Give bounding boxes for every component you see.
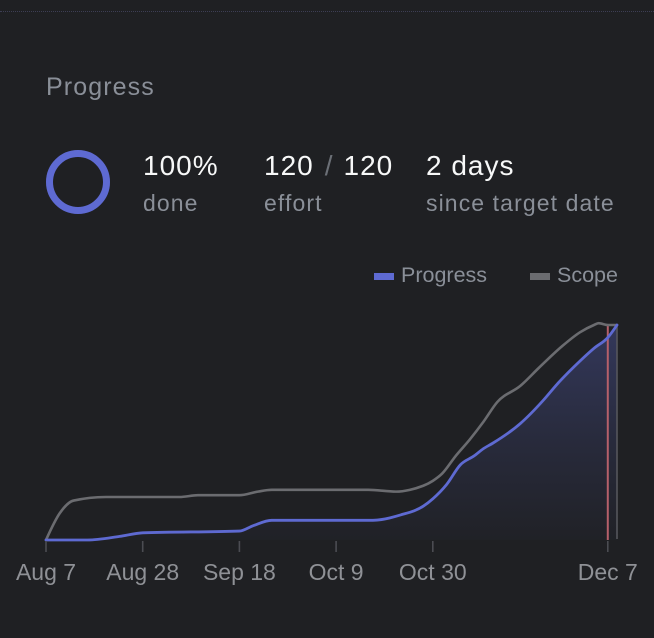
x-tick-label: Aug 7 [16, 559, 76, 585]
x-tick-label: Oct 30 [399, 559, 467, 585]
x-tick-label: Oct 9 [309, 559, 364, 585]
x-tick-label: Aug 28 [106, 559, 179, 585]
progress-area [46, 325, 617, 540]
x-tick-label: Sep 18 [203, 559, 276, 585]
progress-chart: Aug 7 Aug 28 Sep 18 Oct 9 Oct 30 Dec 7 [16, 321, 638, 585]
x-tick-label: Dec 7 [578, 559, 638, 585]
